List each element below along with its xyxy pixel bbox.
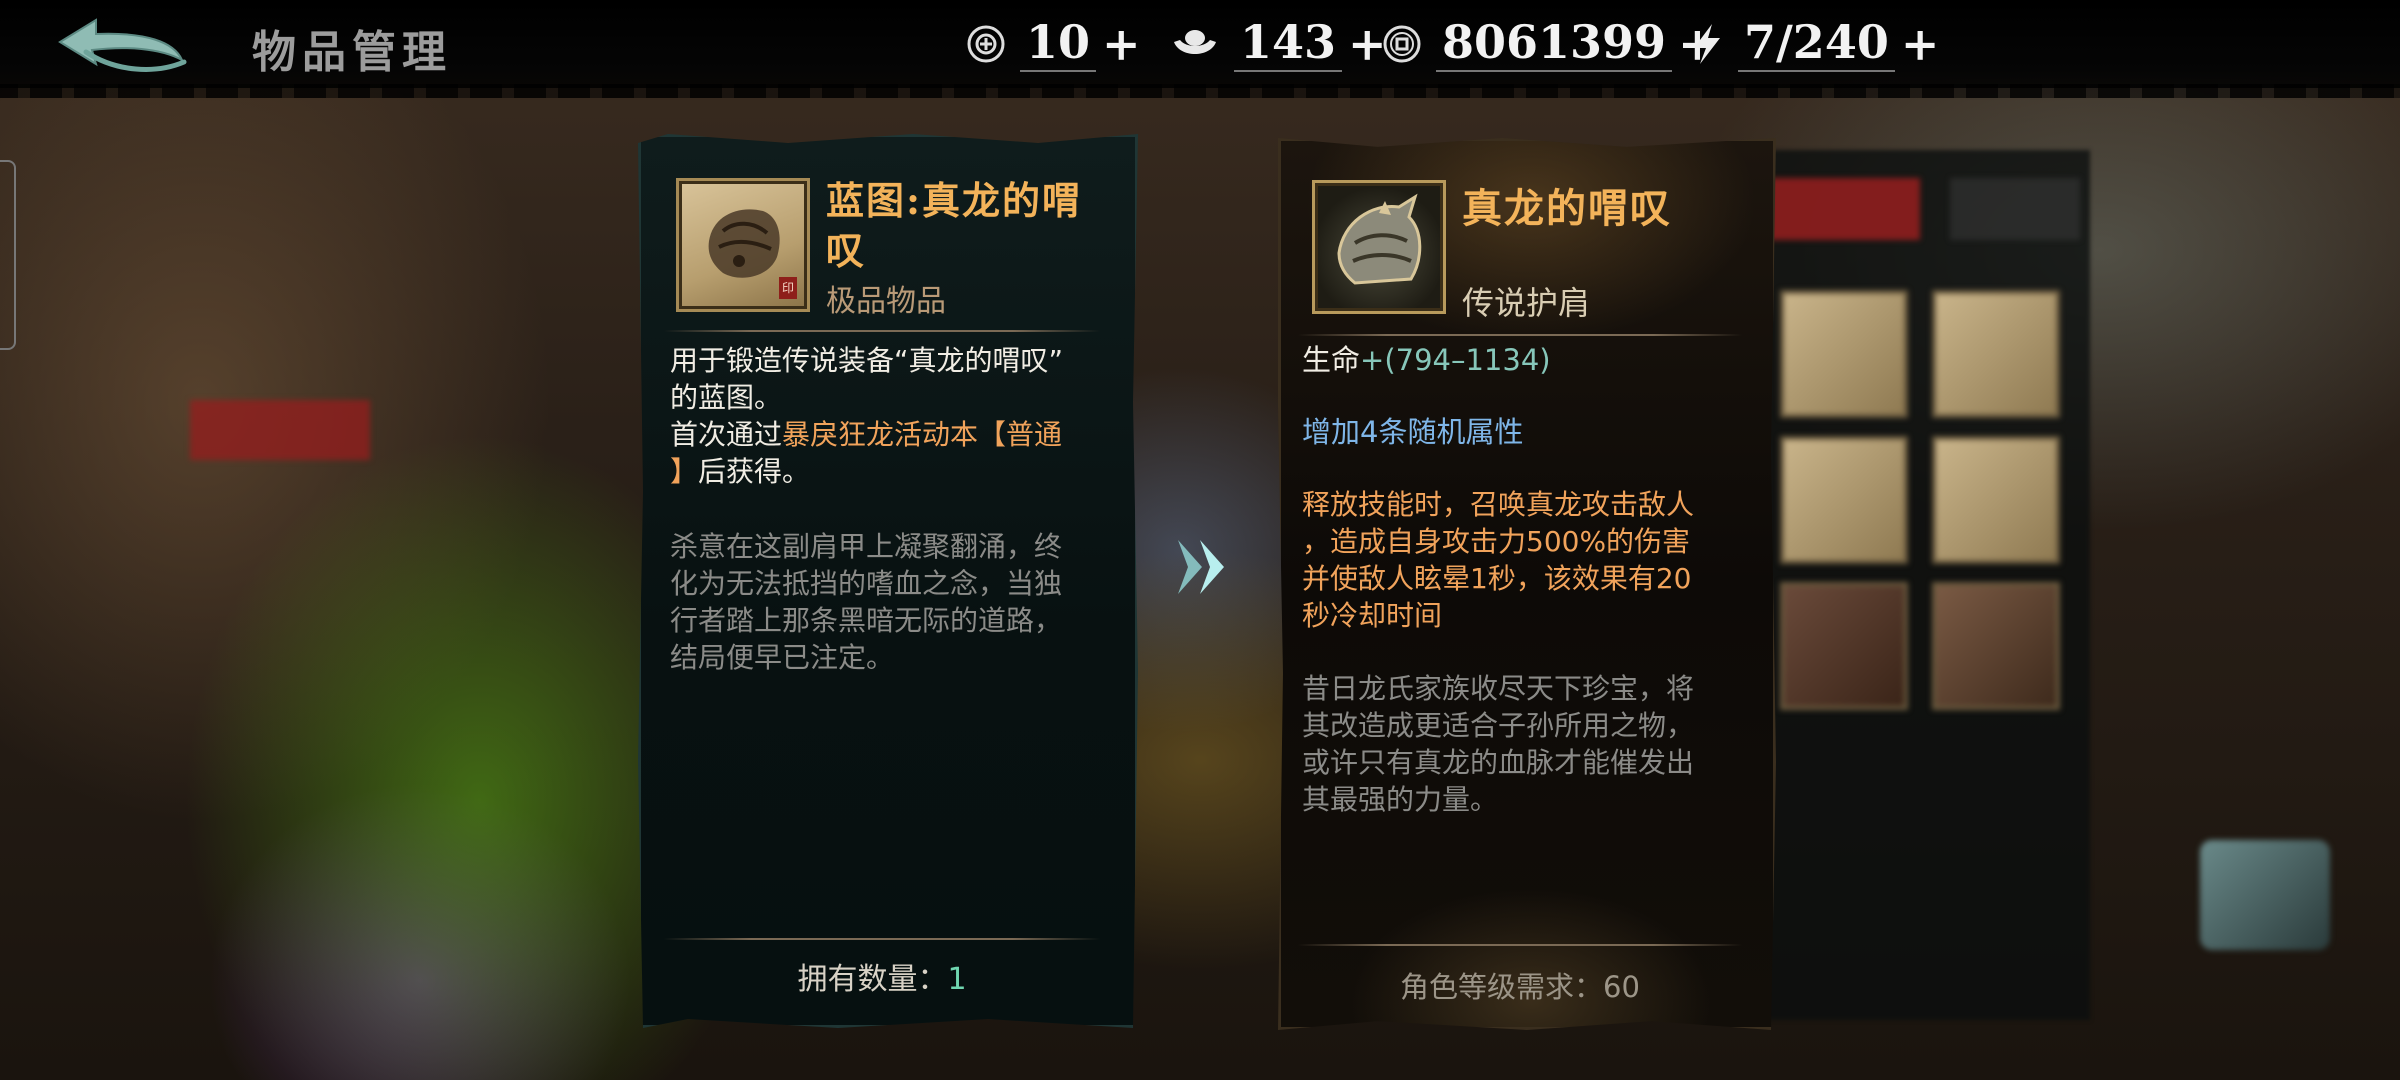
coin-token-icon <box>966 24 1006 64</box>
equipment-title: 真龙的喟叹 <box>1462 185 1672 232</box>
divider <box>664 938 1100 940</box>
energy-bolt-icon <box>1690 22 1724 66</box>
random-attributes: 增加4条随机属性 <box>1302 415 1524 449</box>
lore-line: 其最强的力量。 <box>1302 783 1499 816</box>
silver-count: 143 <box>1234 16 1343 72</box>
stat-value: +(794–1134) <box>1360 343 1551 377</box>
game-screen: 物品管理 10 + 143 + 8061399 + <box>0 0 2400 1080</box>
divider <box>664 330 1100 332</box>
page-title: 物品管理 <box>252 27 452 78</box>
resource-copper: 8061399 + <box>1382 14 1717 74</box>
inventory-slot[interactable] <box>1780 436 1908 564</box>
lore-line: 结局便早已注定。 <box>670 641 895 674</box>
inventory-tab[interactable] <box>1950 178 2080 240</box>
description-line: 首次通过暴戾狂龙活动本【普通 <box>670 416 1100 453</box>
add-silver-button[interactable]: + <box>1348 17 1387 71</box>
back-arrow-icon <box>58 18 187 72</box>
dungeon-link-end[interactable]: 】 <box>670 455 698 488</box>
chevron-right-icon <box>1168 532 1238 602</box>
copper-count: 8061399 <box>1436 16 1673 72</box>
description-line: 】后获得。 <box>670 453 1100 490</box>
shoulder-armor-icon <box>1312 180 1446 314</box>
inventory-slot[interactable] <box>1932 582 2060 710</box>
divider <box>1298 334 1742 336</box>
owned-quantity-label: 拥有数量： <box>797 962 948 997</box>
text-plain: 首次通过 <box>670 418 783 451</box>
seal-stamp-icon: 印 <box>779 277 797 299</box>
lore-line: 杀意在这副肩甲上凝聚翻涌，终 <box>670 530 1063 563</box>
level-requirement: 角色等级需求：60 <box>1400 970 1640 1004</box>
inventory-tab-active[interactable] <box>1770 178 1920 240</box>
blueprint-rarity: 极品物品 <box>826 284 946 319</box>
owned-quantity-value: 1 <box>947 962 967 997</box>
stat-label: 生命 <box>1302 343 1361 377</box>
energy-count: 7/240 <box>1738 16 1895 72</box>
equipment-type: 传说护肩 <box>1462 284 1591 322</box>
inventory-slot[interactable] <box>1932 436 2060 564</box>
back-button[interactable] <box>56 12 192 78</box>
copper-coin-icon <box>1382 24 1422 64</box>
equipment-lore: 昔日龙氏家族收尽天下珍宝，将 其改造成更适合子孙所用之物， 或许只有真龙的血脉才… <box>1302 670 1752 818</box>
divider <box>1298 944 1742 946</box>
resource-energy: 7/240 + <box>1690 14 1939 74</box>
add-token-button[interactable]: + <box>1102 17 1141 71</box>
skill-line: ，造成自身攻击力500%的伤害 <box>1302 525 1691 558</box>
inventory-slot[interactable] <box>1780 582 1908 710</box>
inventory-slot[interactable] <box>1932 290 2060 418</box>
owned-quantity: 拥有数量：1 <box>664 954 1100 998</box>
lore-line: 行者踏上那条黑暗无际的道路， <box>670 604 1063 637</box>
skill-line: 并使敌人眩晕1秒，该效果有20 <box>1302 562 1692 595</box>
side-drawer-tab[interactable] <box>0 160 16 350</box>
skill-line: 秒冷却时间 <box>1302 599 1443 632</box>
lore-line: 昔日龙氏家族收尽天下珍宝，将 <box>1302 672 1695 705</box>
top-bar: 物品管理 10 + 143 + 8061399 + <box>0 0 2400 98</box>
equipment-stat: 生命+(794–1134) <box>1302 342 1551 379</box>
inventory-slot[interactable] <box>1780 290 1908 418</box>
blueprint-lore: 杀意在这副肩甲上凝聚翻涌，终 化为无法抵挡的嗜血之念，当独 行者踏上那条黑暗无际… <box>670 528 1100 676</box>
lore-line: 或许只有真龙的血脉才能催发出 <box>1302 746 1695 779</box>
description-line: 用于锻造传说装备“真龙的喟叹” <box>670 344 1064 377</box>
blueprint-description: 用于锻造传说装备“真龙的喟叹” 的蓝图。 首次通过暴戾狂龙活动本【普通 】后获得… <box>670 342 1100 490</box>
chest-icon[interactable] <box>2200 840 2330 950</box>
silver-ingot-icon <box>1170 24 1220 64</box>
text-plain: 后获得。 <box>698 455 811 488</box>
description-line: 的蓝图。 <box>670 381 783 414</box>
add-energy-button[interactable]: + <box>1901 17 1940 71</box>
side-menu-item-active[interactable] <box>190 400 370 460</box>
dungeon-link[interactable]: 暴戾狂龙活动本【普通 <box>782 418 1062 451</box>
token-count: 10 <box>1020 16 1097 72</box>
resource-silver: 143 + <box>1170 14 1387 74</box>
blueprint-title: 蓝图:真龙的喟叹 <box>826 178 1083 273</box>
lore-line: 其改造成更适合子孙所用之物， <box>1302 709 1695 742</box>
resource-token: 10 + <box>966 14 1141 74</box>
skill-line: 释放技能时，召唤真龙攻击敌人 <box>1302 488 1695 521</box>
lore-line: 化为无法抵挡的嗜血之念，当独 <box>670 567 1063 600</box>
equipment-skill: 释放技能时，召唤真龙攻击敌人 ，造成自身攻击力500%的伤害 并使敌人眩晕1秒，… <box>1302 486 1752 634</box>
blueprint-item-icon: 印 <box>676 178 810 312</box>
